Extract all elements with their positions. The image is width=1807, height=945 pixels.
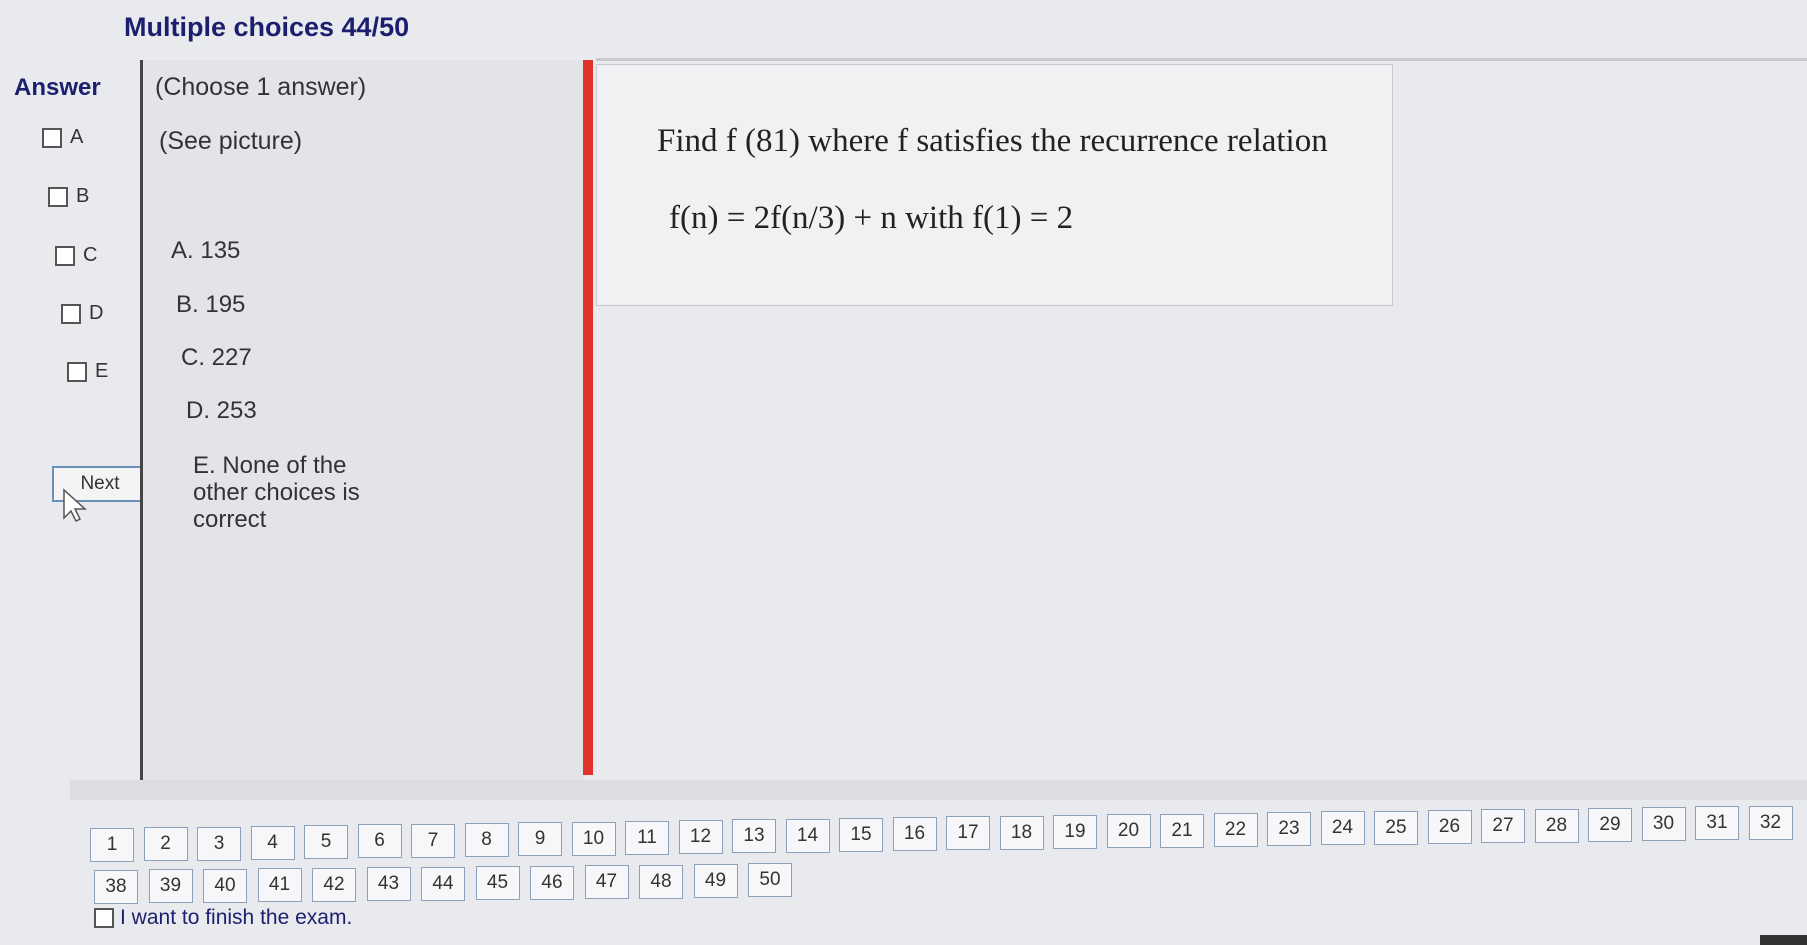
see-picture-text: (See picture)	[159, 127, 303, 155]
finish-exam-option[interactable]: I want to finish the exam.	[94, 906, 352, 930]
question-nav-button[interactable]: 50	[748, 863, 792, 898]
question-nav-button[interactable]: 26	[1427, 810, 1472, 844]
question-nav-button[interactable]: 13	[732, 819, 776, 854]
red-divider	[583, 60, 593, 775]
question-nav-button[interactable]: 17	[946, 816, 990, 851]
choice-b: B. 195	[176, 291, 246, 318]
question-nav-button[interactable]: 21	[1160, 813, 1204, 848]
instruction-text: (Choose 1 answer)	[155, 73, 367, 101]
checkbox[interactable]	[94, 908, 114, 928]
question-formula: f(n) = 2f(n/3) + n with f(1) = 2	[669, 200, 1074, 236]
question-nav-button[interactable]: 48	[639, 864, 683, 899]
choice-e-line: E. None of the	[193, 452, 347, 479]
question-nav-button[interactable]: 6	[357, 824, 402, 859]
option-label: B	[76, 185, 90, 207]
page-title: Multiple choices 44/50	[124, 12, 410, 42]
question-nav-button[interactable]: 5	[304, 825, 348, 860]
choice-d: D. 253	[186, 397, 257, 424]
question-nav-button[interactable]: 16	[892, 817, 937, 852]
choice-e-line: other choices is	[193, 479, 360, 506]
mouse-cursor-icon	[63, 488, 87, 522]
question-box: Find f (81) where f satisfies the recurr…	[596, 64, 1393, 306]
question-nav-button[interactable]: 19	[1053, 815, 1097, 850]
choice-e-line: correct	[193, 506, 267, 533]
option-label: D	[89, 302, 104, 324]
question-nav-button[interactable]: 4	[250, 825, 295, 860]
question-nav-button[interactable]: 40	[203, 868, 247, 903]
answer-option-d[interactable]: D	[61, 302, 103, 325]
answer-option-b[interactable]: B	[48, 185, 89, 208]
question-nav-button[interactable]: 12	[678, 820, 723, 855]
option-label: E	[95, 360, 109, 382]
question-nav-button[interactable]: 46	[530, 865, 574, 900]
question-nav-button[interactable]: 25	[1374, 810, 1418, 845]
question-nav-button[interactable]: 42	[312, 867, 356, 902]
checkbox[interactable]	[42, 127, 62, 148]
checkbox[interactable]	[55, 245, 75, 266]
question-nav-button[interactable]: 23	[1267, 812, 1311, 847]
finish-label: I want to finish the exam.	[120, 906, 353, 929]
question-nav-button[interactable]: 45	[475, 866, 520, 901]
screen-edge	[1760, 935, 1807, 945]
navigation-strip	[70, 780, 1807, 800]
option-label: C	[83, 244, 98, 266]
question-nav-button[interactable]: 8	[464, 822, 509, 857]
question-nav-button[interactable]: 1	[90, 828, 134, 862]
option-label: A	[70, 126, 84, 148]
checkbox[interactable]	[48, 186, 68, 207]
question-nav-button[interactable]: 15	[839, 817, 883, 852]
question-nav-button[interactable]: 27	[1481, 809, 1525, 844]
question-nav-button[interactable]: 43	[366, 867, 411, 902]
question-nav-button[interactable]: 29	[1588, 807, 1632, 842]
question-nav-button[interactable]: 38	[94, 870, 138, 904]
question-nav-button[interactable]: 10	[571, 821, 616, 856]
question-nav-button[interactable]: 44	[421, 866, 465, 901]
choice-a: A. 135	[171, 237, 241, 264]
question-nav-button[interactable]: 18	[999, 815, 1044, 850]
question-nav-button[interactable]: 47	[584, 865, 629, 900]
answer-label: Answer	[14, 74, 101, 101]
question-nav-button[interactable]: 2	[143, 827, 188, 862]
answer-option-c[interactable]: C	[55, 244, 97, 267]
question-nav-button[interactable]: 32	[1748, 805, 1793, 840]
question-nav-button[interactable]: 30	[1641, 807, 1686, 842]
question-nav-button[interactable]: 14	[785, 818, 830, 853]
question-nav-button[interactable]: 22	[1213, 812, 1258, 847]
choice-e: E. None of the other choices is correct	[193, 452, 360, 533]
question-nav-button[interactable]: 3	[197, 826, 241, 861]
question-nav-button[interactable]: 31	[1695, 806, 1739, 841]
question-nav-button[interactable]: 20	[1106, 814, 1151, 849]
question-nav-button[interactable]: 24	[1320, 811, 1365, 846]
question-nav-button[interactable]: 9	[518, 822, 562, 857]
question-nav-button[interactable]: 11	[625, 820, 669, 855]
divider	[596, 58, 1807, 61]
checkbox[interactable]	[61, 303, 81, 324]
question-nav-button[interactable]: 39	[148, 869, 193, 904]
question-nav-button[interactable]: 7	[411, 823, 455, 858]
question-text: Find f (81) where f satisfies the recurr…	[657, 123, 1328, 159]
choice-c: C. 227	[181, 344, 252, 371]
answer-option-a[interactable]: A	[42, 126, 83, 149]
checkbox[interactable]	[67, 361, 87, 382]
question-nav-button[interactable]: 49	[693, 863, 738, 898]
question-nav-button[interactable]: 28	[1534, 808, 1579, 843]
choices-panel: (Choose 1 answer) (See picture) A. 135 B…	[140, 60, 583, 785]
question-nav-button[interactable]: 41	[257, 868, 302, 903]
answer-option-e[interactable]: E	[67, 360, 108, 383]
